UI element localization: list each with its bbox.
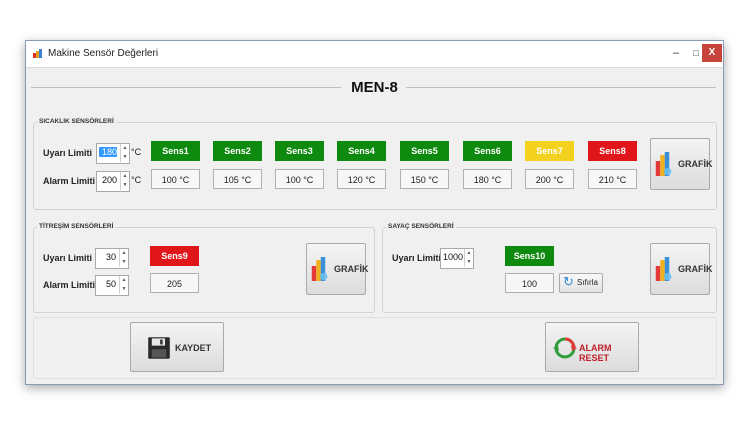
spin-down-icon[interactable]: ▼ [119, 285, 128, 294]
sayac-grafik-button[interactable]: GRAFİK [650, 243, 713, 295]
spin-up-icon[interactable]: ▲ [464, 249, 473, 258]
app-icon [33, 49, 42, 58]
sicaklik-grafik-label: GRAFİK [678, 159, 713, 169]
sens9-value: 205 [150, 273, 199, 293]
sens10-value: 100 [505, 273, 554, 293]
floppy-disk-icon [148, 337, 170, 359]
sicaklik-alarm-spinner[interactable]: 200 ▲ ▼ [96, 171, 130, 192]
sicaklik-uyari-value[interactable]: 180 [99, 147, 117, 157]
titresim-group: TİTREŞİM SENSÖRLERİ Uyarı Limiti 30 ▲ ▼ … [33, 223, 375, 313]
sicaklik-group: SICAKLIK SENSÖRLERİ Uyarı Limiti 180 ▲ ▼… [33, 118, 717, 210]
sifirla-label: Sıfırla [577, 278, 598, 287]
sens4-value: 120 °C [337, 169, 386, 189]
titresim-alarm-spinner[interactable]: 50 ▲ ▼ [95, 275, 129, 296]
titresim-alarm-value[interactable]: 50 [98, 279, 116, 289]
sens7-indicator: Sens7 [525, 141, 574, 161]
sens8-indicator: Sens8 [588, 141, 637, 161]
sicaklik-alarm-value[interactable]: 200 [99, 175, 117, 185]
alarm-reset-button[interactable]: ALARM RESET [545, 322, 639, 372]
sicaklik-uyari-label: Uyarı Limiti [43, 148, 93, 158]
window-title: Makine Sensör Değerleri [48, 48, 159, 59]
sens9-indicator: Sens9 [150, 246, 199, 266]
titresim-group-label: TİTREŞİM SENSÖRLERİ [37, 223, 116, 230]
sicaklik-alarm-unit: °C [131, 175, 142, 185]
sayac-uyari-label: Uyarı Limiti [392, 253, 442, 263]
sicaklik-grafik-button[interactable]: GRAFİK [650, 138, 713, 190]
sens3-indicator: Sens3 [275, 141, 324, 161]
close-button[interactable]: X [702, 44, 722, 62]
sens6-indicator: Sens6 [463, 141, 512, 161]
titresim-grafik-label: GRAFİK [334, 264, 369, 274]
spin-up-icon[interactable]: ▲ [119, 249, 128, 258]
chart-icon [655, 257, 672, 281]
sayac-uyari-spinner[interactable]: 1000 ▲ ▼ [440, 248, 474, 269]
chart-icon [311, 257, 328, 281]
spin-down-icon[interactable]: ▼ [119, 258, 128, 267]
refresh-icon: ↻ [563, 274, 574, 289]
sens10-indicator: Sens10 [505, 246, 554, 266]
sayac-group: SAYAÇ SENSÖRLERİ Uyarı Limiti 1000 ▲ ▼ S… [382, 223, 717, 313]
chart-icon [655, 152, 672, 176]
sens2-value: 105 °C [213, 169, 262, 189]
alarm-reset-label: ALARM RESET [579, 343, 612, 363]
titresim-grafik-button[interactable]: GRAFİK [306, 243, 369, 295]
sicaklik-uyari-spinner[interactable]: 180 ▲ ▼ [96, 143, 130, 164]
title-bar: Makine Sensör Değerleri – □ X [26, 41, 723, 68]
spin-down-icon[interactable]: ▼ [120, 181, 129, 190]
sens7-value: 200 °C [525, 169, 574, 189]
kaydet-label: KAYDET [175, 343, 212, 353]
titresim-uyari-spinner[interactable]: 30 ▲ ▼ [95, 248, 129, 269]
sens8-value: 210 °C [588, 169, 637, 189]
spin-up-icon[interactable]: ▲ [120, 172, 129, 181]
sayac-grafik-label: GRAFİK [678, 264, 713, 274]
sicaklik-alarm-label: Alarm Limiti [43, 176, 96, 186]
sens6-value: 180 °C [463, 169, 512, 189]
sens1-indicator: Sens1 [151, 141, 200, 161]
sayac-uyari-value[interactable]: 1000 [443, 252, 463, 262]
spin-up-icon[interactable]: ▲ [119, 276, 128, 285]
titresim-uyari-value[interactable]: 30 [98, 252, 116, 262]
spin-down-icon[interactable]: ▼ [120, 153, 129, 162]
alarm-reset-icon [553, 337, 577, 359]
minimize-button[interactable]: – [666, 44, 686, 62]
kaydet-button[interactable]: KAYDET [130, 322, 224, 372]
sicaklik-group-label: SICAKLIK SENSÖRLERİ [37, 118, 116, 125]
sens5-value: 150 °C [400, 169, 449, 189]
sayac-group-label: SAYAÇ SENSÖRLERİ [386, 223, 456, 230]
sens2-indicator: Sens2 [213, 141, 262, 161]
sens1-value: 100 °C [151, 169, 200, 189]
sens4-indicator: Sens4 [337, 141, 386, 161]
page-title: MEN-8 [351, 79, 398, 96]
sens3-value: 100 °C [275, 169, 324, 189]
spin-down-icon[interactable]: ▼ [464, 258, 473, 267]
titresim-alarm-label: Alarm Limiti [43, 280, 96, 290]
main-window: Makine Sensör Değerleri – □ X MEN-8 SICA… [25, 40, 724, 385]
spin-up-icon[interactable]: ▲ [120, 144, 129, 153]
sifirla-button[interactable]: ↻ Sıfırla [559, 273, 603, 293]
sicaklik-uyari-unit: °C [131, 147, 142, 157]
titresim-uyari-label: Uyarı Limiti [43, 253, 93, 263]
sens5-indicator: Sens5 [400, 141, 449, 161]
